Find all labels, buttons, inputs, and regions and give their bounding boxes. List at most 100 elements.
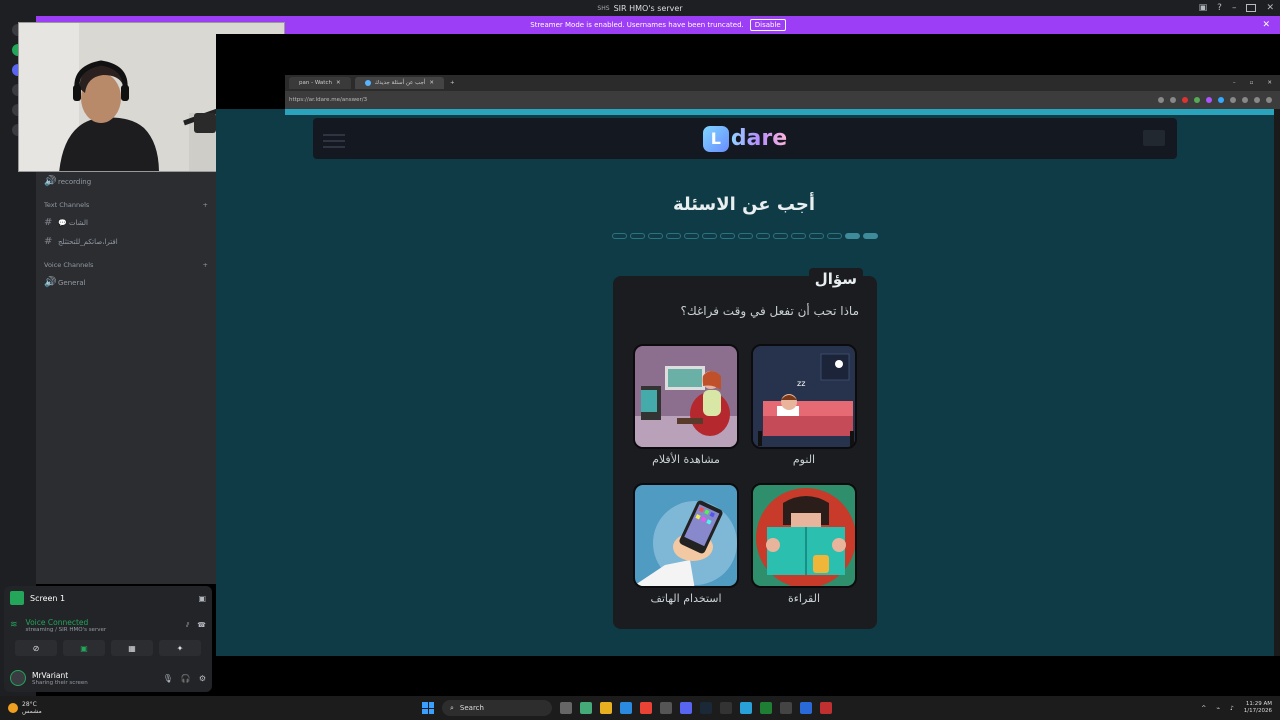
profile-icon[interactable] xyxy=(1254,97,1260,103)
option-using-phone[interactable]: استخدام الهاتف xyxy=(633,483,739,605)
voice-status-row: ≋ Voice Connected streaming / SIR HMO's … xyxy=(4,614,212,636)
window-title-text: SIR HMO's server xyxy=(613,3,683,13)
discord-icon[interactable] xyxy=(680,702,692,714)
hamburger-menu-icon[interactable] xyxy=(323,130,345,148)
windows-start-icon[interactable] xyxy=(422,702,434,714)
url-text[interactable]: https://ar.ldare.me/answer/3 xyxy=(289,97,367,103)
extension-icon[interactable] xyxy=(1218,97,1224,103)
minimize-button[interactable]: – xyxy=(1233,80,1236,86)
screen-share-row[interactable]: Screen 1 ▣ xyxy=(4,586,212,610)
microphone-icon[interactable]: 🎙 xyxy=(163,674,173,683)
text-channels-category[interactable]: Text Channels + xyxy=(36,191,216,213)
disconnect-icon[interactable]: ☎ xyxy=(197,621,206,629)
taskbar-search[interactable]: ⌕ Search xyxy=(442,700,552,716)
app-icon[interactable] xyxy=(800,702,812,714)
channel-label: 💬 الشات xyxy=(58,218,88,227)
disable-streamer-button[interactable]: Disable xyxy=(749,19,786,31)
chevron-up-icon[interactable]: ^ xyxy=(1201,705,1206,712)
voice-channels-category[interactable]: Voice Channels + xyxy=(36,251,216,273)
text-channel-item[interactable]: # افترا،صاتكم_للتحتثلج xyxy=(36,232,216,251)
reading-image xyxy=(751,483,857,588)
activities-button[interactable]: ▦ xyxy=(111,640,153,656)
search-icon: ⌕ xyxy=(450,703,454,712)
popout-icon[interactable]: ▣ xyxy=(198,594,206,603)
screen-label: Screen 1 xyxy=(30,593,66,603)
widgets-icon[interactable] xyxy=(580,702,592,714)
clock[interactable]: 11:29 AM 1/17/2026 xyxy=(1244,701,1272,715)
maximize-button[interactable]: ▫ xyxy=(1250,80,1254,86)
store-icon[interactable] xyxy=(660,702,672,714)
phone-image xyxy=(633,483,739,588)
soundboard-button[interactable]: ✦ xyxy=(159,640,201,656)
network-icon[interactable]: ⌁ xyxy=(1216,705,1220,712)
excel-icon[interactable] xyxy=(760,702,772,714)
zoom-icon[interactable] xyxy=(1158,97,1164,103)
close-tab-icon[interactable]: ✕ xyxy=(336,80,341,86)
help-icon[interactable]: ? xyxy=(1217,3,1222,13)
close-banner-icon[interactable]: ✕ xyxy=(1262,20,1270,30)
app-icon[interactable] xyxy=(780,702,792,714)
server-icon: SHS xyxy=(597,4,610,12)
noise-suppression-icon[interactable]: ⫽ xyxy=(186,621,189,630)
camera-button[interactable]: ⊘ xyxy=(15,640,57,656)
text-channel-item[interactable]: # 💬 الشات xyxy=(36,213,216,232)
language-flag-icon[interactable] xyxy=(1143,130,1165,146)
channel-recording[interactable]: 🔊 recording xyxy=(36,172,216,191)
browser-tab[interactable]: pan - Watch ✕ xyxy=(289,77,351,89)
temperature: 28°C xyxy=(22,701,37,708)
weather-widget[interactable]: 28°C مشمس xyxy=(0,701,200,715)
settings-gear-icon[interactable]: ⚙ xyxy=(199,674,206,683)
screen-icon xyxy=(10,591,24,605)
voice-channel-general[interactable]: 🔊 General xyxy=(36,273,216,292)
chrome-icon[interactable] xyxy=(640,702,652,714)
speaker-icon: 🔊 xyxy=(44,277,57,288)
app-icon[interactable] xyxy=(820,702,832,714)
extension-icon[interactable] xyxy=(1230,97,1236,103)
avatar[interactable] xyxy=(10,670,26,686)
windows-taskbar: 28°C مشمس ⌕ Search ^ ⌁ ♪ 11:29 AM 1/17/2… xyxy=(0,696,1280,720)
progress-dot xyxy=(755,233,771,239)
option-sleeping[interactable]: zz النوم xyxy=(751,344,857,466)
close-button[interactable]: ✕ xyxy=(1267,80,1272,86)
screen-share-button[interactable]: ▣ xyxy=(63,640,105,656)
hash-icon: # xyxy=(44,217,53,228)
progress-dot xyxy=(845,233,861,239)
extension-icons xyxy=(1158,97,1280,103)
voice-status[interactable]: Voice Connected xyxy=(26,618,107,627)
option-reading[interactable]: القراءة xyxy=(751,483,857,605)
bookmark-icon[interactable] xyxy=(1170,97,1176,103)
ldare-logo[interactable]: L dare xyxy=(702,125,787,152)
category-label: Voice Channels xyxy=(44,261,94,269)
volume-icon[interactable]: ♪ xyxy=(1230,705,1234,712)
inbox-icon[interactable]: ▣ xyxy=(1199,3,1208,13)
app-icon[interactable] xyxy=(720,702,732,714)
site-header: L dare xyxy=(313,118,1177,159)
extension-icon[interactable] xyxy=(1194,97,1200,103)
option-label: القراءة xyxy=(787,592,821,605)
new-tab-icon[interactable]: + xyxy=(450,80,455,86)
address-bar[interactable]: https://ar.ldare.me/answer/3 xyxy=(285,91,1280,109)
extension-icon[interactable] xyxy=(1242,97,1248,103)
user-controls: 🎙 🎧 ⚙ xyxy=(163,674,206,683)
option-watching-movies[interactable]: مشاهدة الأفلام xyxy=(633,344,739,466)
option-label: استخدام الهاتف xyxy=(650,592,722,605)
extension-icon[interactable] xyxy=(1182,97,1188,103)
task-view-icon[interactable] xyxy=(560,702,572,714)
menu-icon[interactable] xyxy=(1266,97,1272,103)
channel-list: 🔊 recording Text Channels + # 💬 الشات # … xyxy=(36,172,216,584)
close-button[interactable]: ✕ xyxy=(1266,3,1274,13)
minimize-button[interactable]: – xyxy=(1232,3,1237,13)
close-tab-icon[interactable]: ✕ xyxy=(429,80,434,86)
steam-icon[interactable] xyxy=(700,702,712,714)
edge-icon[interactable] xyxy=(620,702,632,714)
scrollbar[interactable] xyxy=(1274,109,1280,656)
add-channel-icon[interactable]: + xyxy=(203,261,208,269)
maximize-button[interactable] xyxy=(1246,4,1257,12)
headphones-icon[interactable]: 🎧 xyxy=(181,674,191,683)
extension-icon[interactable] xyxy=(1206,97,1212,103)
telegram-icon[interactable] xyxy=(740,702,752,714)
browser-tab-active[interactable]: أجب عن أسئلة جديدك ✕ xyxy=(354,77,445,89)
user-row: MrVariant Sharing their screen 🎙 🎧 ⚙ xyxy=(4,664,212,692)
add-channel-icon[interactable]: + xyxy=(203,201,208,209)
file-explorer-icon[interactable] xyxy=(600,702,612,714)
